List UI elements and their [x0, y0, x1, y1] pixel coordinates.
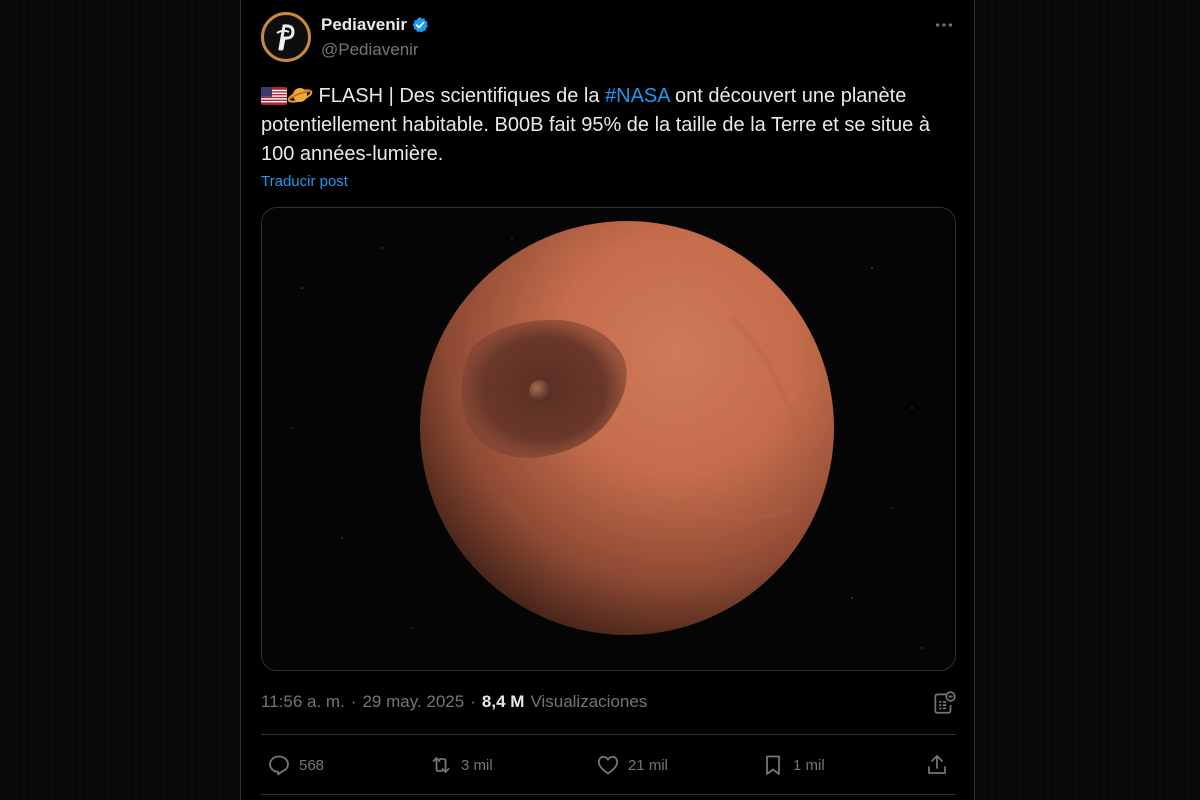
- share-button[interactable]: [925, 748, 949, 782]
- meta-separator: ·: [470, 692, 476, 711]
- tweet-time[interactable]: 11:56 a. m.: [261, 692, 345, 712]
- divider: [261, 734, 956, 735]
- hashtag-link[interactable]: #NASA: [605, 85, 669, 107]
- reply-count: 568: [299, 756, 325, 774]
- reply-button[interactable]: 568: [267, 748, 324, 782]
- author-name[interactable]: Pediavenir: [321, 15, 429, 35]
- tweet-card: Pediavenir @Pediavenir FLASH | Des scien…: [240, 0, 975, 800]
- ringed-planet-emoji-icon: [287, 88, 313, 103]
- share-icon: [928, 755, 946, 774]
- page-background-left: [0, 0, 240, 800]
- us-flag-emoji-icon: [261, 87, 287, 105]
- bookmark-button[interactable]: 1 mil: [761, 748, 825, 782]
- tweet-media-image[interactable]: [261, 207, 956, 671]
- more-options-icon[interactable]: [931, 12, 957, 38]
- post-analytics-icon[interactable]: [931, 690, 957, 716]
- tweet-text-part-1: FLASH | Des scientifiques de la: [313, 85, 605, 107]
- planet-image: [262, 208, 955, 670]
- views-count: 8,4 M: [481, 692, 525, 711]
- author-handle[interactable]: @Pediavenir: [321, 40, 419, 60]
- reply-icon: [269, 755, 289, 776]
- pediavenir-logo-icon: [276, 24, 295, 51]
- like-button[interactable]: 21 mil: [596, 748, 668, 782]
- author-avatar[interactable]: [261, 12, 311, 62]
- tweet-actions: 568 3 mil 21 mil 1 mil: [261, 748, 956, 782]
- page-background-right: [975, 0, 1200, 800]
- tweet-text: FLASH | Des scientifiques de la #NASA on…: [261, 82, 961, 169]
- like-count: 21 mil: [628, 756, 669, 774]
- author-name-text[interactable]: Pediavenir: [321, 15, 407, 35]
- tweet-date[interactable]: 29 may. 2025: [362, 692, 464, 712]
- translate-post-link[interactable]: Traducir post: [261, 173, 348, 190]
- repost-button[interactable]: 3 mil: [429, 748, 493, 782]
- meta-separator: ·: [350, 692, 357, 711]
- bookmark-count: 1 mil: [793, 756, 825, 774]
- like-icon: [597, 755, 619, 775]
- repost-icon: [432, 757, 450, 773]
- repost-count: 3 mil: [461, 756, 493, 774]
- divider: [261, 794, 956, 795]
- planet-small-moon: [529, 380, 551, 402]
- tweet-meta: 11:56 a. m. · 29 may. 2025 · 8,4 M Visua…: [261, 692, 647, 712]
- views-label: Visualizaciones: [530, 692, 648, 711]
- verified-badge-icon: [412, 17, 428, 33]
- bookmark-icon: [766, 755, 780, 775]
